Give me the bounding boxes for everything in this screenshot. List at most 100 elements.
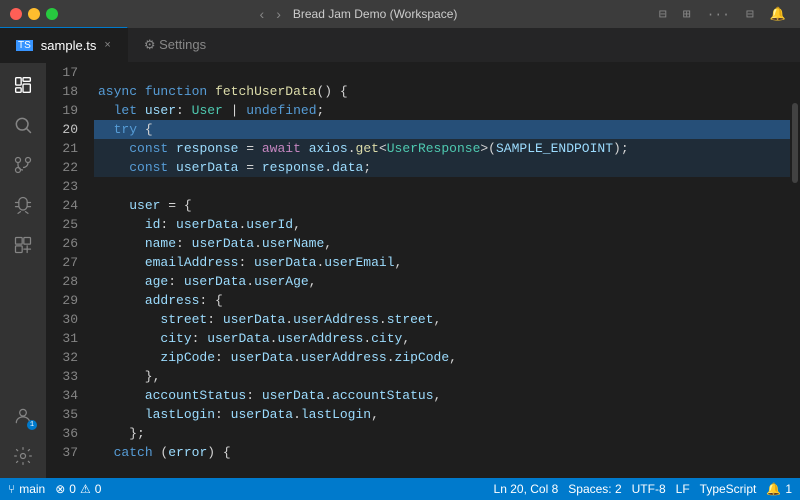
status-line-ending[interactable]: LF bbox=[676, 482, 690, 496]
activity-bottom: 1 bbox=[9, 402, 37, 470]
activity-bar: 1 bbox=[0, 63, 46, 478]
activity-account[interactable]: 1 bbox=[9, 402, 37, 430]
error-icon: ⊗ bbox=[55, 482, 65, 496]
code-line-23 bbox=[94, 177, 790, 196]
status-position[interactable]: Ln 20, Col 8 bbox=[494, 482, 559, 496]
status-errors[interactable]: ⊗ 0 ⚠ 0 bbox=[55, 482, 101, 496]
code-line-34: accountStatus: userData.accountStatus, bbox=[94, 386, 790, 405]
status-bar: ⑂ main ⊗ 0 ⚠ 0 Ln 20, Col 8 Spaces: 2 UT… bbox=[0, 478, 800, 500]
code-line-29: address: { bbox=[94, 291, 790, 310]
tab-sample-ts[interactable]: TS sample.ts × bbox=[0, 27, 128, 62]
maximize-button[interactable] bbox=[46, 8, 58, 20]
title-center: ‹ › Bread Jam Demo (Workspace) bbox=[256, 6, 458, 22]
line-num-25: 25 bbox=[46, 215, 86, 234]
line-num-19: 19 bbox=[46, 101, 86, 120]
line-num-18: 18 bbox=[46, 82, 86, 101]
status-notifications[interactable]: 🔔 1 bbox=[766, 482, 792, 496]
close-button[interactable] bbox=[10, 8, 22, 20]
line-num-20: 20 bbox=[46, 120, 86, 139]
activity-extensions[interactable] bbox=[9, 231, 37, 259]
code-line-21: const response = await axios.get<UserRes… bbox=[94, 139, 790, 158]
status-spaces[interactable]: Spaces: 2 bbox=[568, 482, 621, 496]
split-editor-icon[interactable]: ⊟ bbox=[655, 5, 671, 24]
tab-bar: TS sample.ts × ⚙ Settings bbox=[0, 28, 800, 63]
notifications-icon[interactable]: 🔔 bbox=[766, 5, 790, 24]
branch-name: main bbox=[19, 482, 45, 496]
ts-icon: TS bbox=[16, 40, 33, 51]
code-line-36: }; bbox=[94, 424, 790, 443]
code-line-33: }, bbox=[94, 367, 790, 386]
branch-icon: ⑂ bbox=[8, 482, 15, 496]
line-numbers: 17 18 19 20 21 22 23 24 25 26 27 28 29 3… bbox=[46, 63, 94, 478]
code-line-35: lastLogin: userData.lastLogin, bbox=[94, 405, 790, 424]
activity-source-control[interactable] bbox=[9, 151, 37, 179]
code-line-30: street: userData.userAddress.street, bbox=[94, 310, 790, 329]
notification-count: 1 bbox=[785, 482, 792, 496]
line-ending-text: LF bbox=[676, 482, 690, 496]
tab-label: sample.ts bbox=[41, 38, 97, 53]
nav-buttons: ‹ › bbox=[256, 6, 285, 22]
code-line-37: catch (error) { bbox=[94, 443, 790, 462]
line-num-33: 33 bbox=[46, 367, 86, 386]
line-num-35: 35 bbox=[46, 405, 86, 424]
line-num-32: 32 bbox=[46, 348, 86, 367]
more-icon[interactable]: ··· bbox=[703, 5, 734, 24]
status-branch[interactable]: ⑂ main bbox=[8, 482, 45, 496]
status-encoding[interactable]: UTF-8 bbox=[632, 482, 666, 496]
code-line-20: try { bbox=[94, 120, 790, 139]
back-button[interactable]: ‹ bbox=[256, 6, 269, 22]
code-line-27: emailAddress: userData.userEmail, bbox=[94, 253, 790, 272]
code-line-28: age: userData.userAge, bbox=[94, 272, 790, 291]
main-layout: 1 17 18 19 20 21 22 23 24 25 26 27 28 bbox=[0, 63, 800, 478]
line-num-31: 31 bbox=[46, 329, 86, 348]
status-left: ⑂ main ⊗ 0 ⚠ 0 bbox=[8, 482, 101, 496]
code-line-24: user = { bbox=[94, 196, 790, 215]
traffic-lights bbox=[10, 8, 58, 20]
line-num-36: 36 bbox=[46, 424, 86, 443]
line-num-23: 23 bbox=[46, 177, 86, 196]
tab-settings[interactable]: ⚙ Settings bbox=[128, 27, 222, 62]
line-num-22: 22 bbox=[46, 158, 86, 177]
status-language[interactable]: TypeScript bbox=[700, 482, 757, 496]
line-num-27: 27 bbox=[46, 253, 86, 272]
code-line-19: let user: User | undefined; ● bbox=[94, 101, 790, 120]
code-line-22: const userData = response.data; bbox=[94, 158, 790, 177]
scrollbar-thumb[interactable] bbox=[792, 103, 798, 183]
editor-area: 17 18 19 20 21 22 23 24 25 26 27 28 29 3… bbox=[46, 63, 800, 478]
code-line-31: city: userData.userAddress.city, bbox=[94, 329, 790, 348]
activity-search[interactable] bbox=[9, 111, 37, 139]
line-num-29: 29 bbox=[46, 291, 86, 310]
activity-settings[interactable] bbox=[9, 442, 37, 470]
forward-button[interactable]: › bbox=[272, 6, 285, 22]
line-num-28: 28 bbox=[46, 272, 86, 291]
bell-icon: 🔔 bbox=[766, 482, 781, 496]
line-num-26: 26 bbox=[46, 234, 86, 253]
line-num-37: 37 bbox=[46, 443, 86, 462]
position-text: Ln 20, Col 8 bbox=[494, 482, 559, 496]
line-num-24: 24 bbox=[46, 196, 86, 215]
scrollbar-track[interactable] bbox=[790, 63, 800, 478]
warning-count: 0 bbox=[95, 482, 102, 496]
line-num-30: 30 bbox=[46, 310, 86, 329]
notification-badge: 1 bbox=[27, 420, 37, 430]
activity-explorer[interactable] bbox=[9, 71, 37, 99]
line-num-17: 17 bbox=[46, 63, 86, 82]
line-num-21: 21 bbox=[46, 139, 86, 158]
status-right: Ln 20, Col 8 Spaces: 2 UTF-8 LF TypeScri… bbox=[494, 482, 792, 496]
activity-debug[interactable] bbox=[9, 191, 37, 219]
panel-icon[interactable]: ⊟ bbox=[742, 5, 758, 24]
code-content[interactable]: async function fetchUserData() { let use… bbox=[94, 63, 790, 478]
title-right: ⊟ ⊞ ··· ⊟ 🔔 bbox=[655, 5, 790, 24]
error-count: 0 bbox=[69, 482, 76, 496]
code-line-25: id: userData.userId, bbox=[94, 215, 790, 234]
title-bar: ‹ › Bread Jam Demo (Workspace) ⊟ ⊞ ··· ⊟… bbox=[0, 0, 800, 28]
spaces-text: Spaces: 2 bbox=[568, 482, 621, 496]
code-line-32: zipCode: userData.userAddress.zipCode, bbox=[94, 348, 790, 367]
code-line-26: name: userData.userName, bbox=[94, 234, 790, 253]
language-text: TypeScript bbox=[700, 482, 757, 496]
layout-icon[interactable]: ⊞ bbox=[679, 5, 695, 24]
code-line-18: async function fetchUserData() { bbox=[94, 82, 790, 101]
minimize-button[interactable] bbox=[28, 8, 40, 20]
line-num-34: 34 bbox=[46, 386, 86, 405]
tab-close-icon[interactable]: × bbox=[104, 39, 110, 51]
